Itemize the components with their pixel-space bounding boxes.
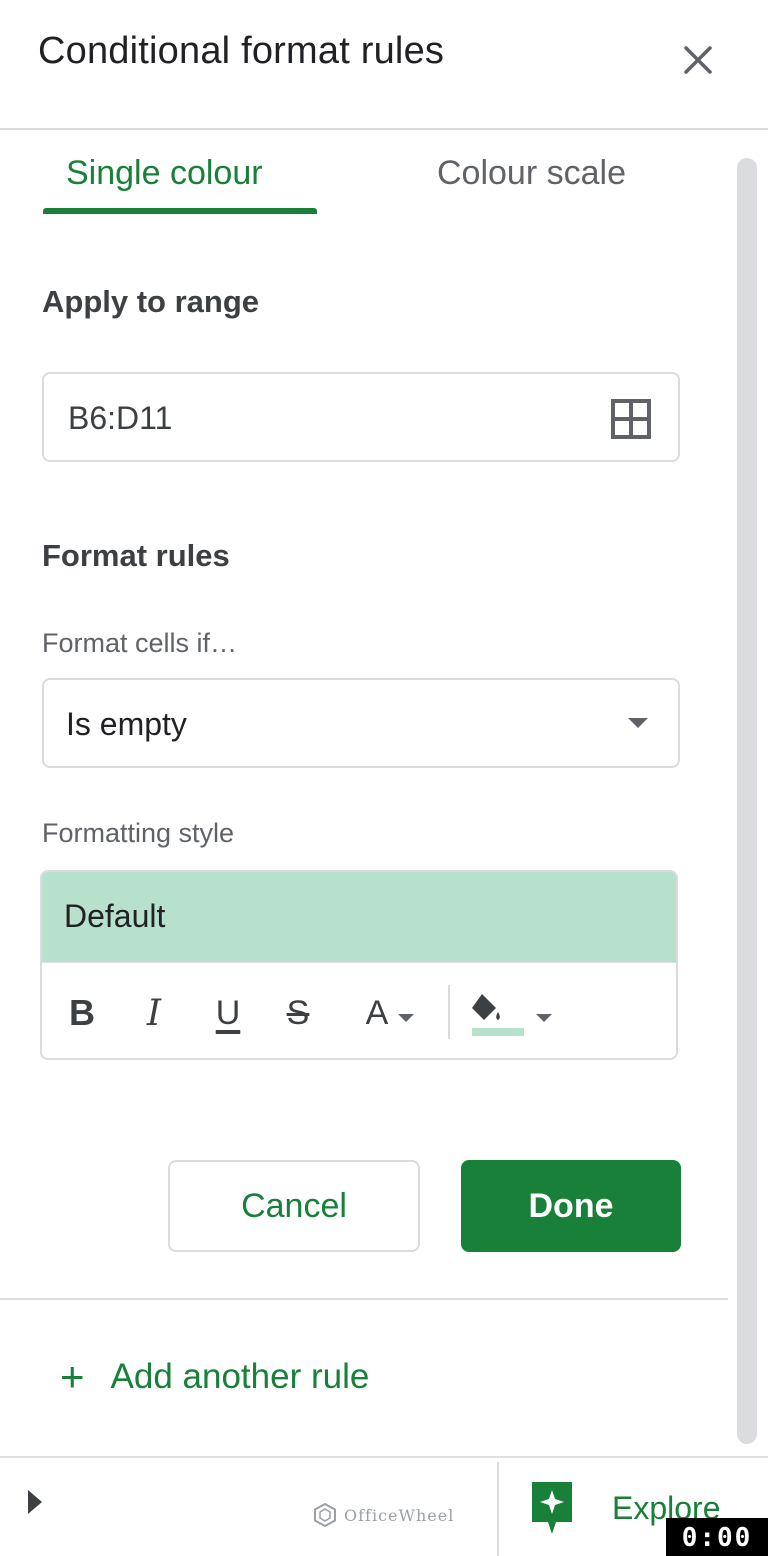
chevron-down-icon [398, 1014, 415, 1022]
chevron-down-icon [628, 718, 648, 728]
section-divider [0, 1298, 728, 1300]
officewheel-logo-icon [314, 1502, 336, 1528]
add-another-rule-label: Add another rule [110, 1357, 370, 1396]
video-timer: 0:00 [666, 1518, 768, 1556]
panel-title: Conditional format rules [38, 30, 445, 72]
panel-header: Conditional format rules [0, 0, 768, 130]
format-rules-heading: Format rules [42, 538, 230, 573]
tab-single-colour[interactable]: Single colour [66, 154, 263, 193]
condition-select-value: Is empty [66, 706, 187, 742]
style-preview-text: Default [64, 898, 166, 934]
bold-button[interactable]: B [64, 991, 100, 1035]
sheet-footer: OfficeWheel Explore 0:00 [0, 1456, 768, 1556]
footer-divider [497, 1462, 499, 1556]
range-input-value: B6:D11 [68, 400, 173, 436]
text-color-button[interactable]: A [352, 991, 428, 1035]
text-color-icon: A [365, 993, 389, 1032]
formatting-style-label: Formatting style [42, 818, 235, 848]
fill-color-icon [472, 994, 524, 1036]
side-panel-toggle-icon[interactable] [28, 1490, 42, 1514]
format-cells-if-label: Format cells if… [42, 628, 238, 658]
strikethrough-button[interactable]: S [278, 991, 318, 1035]
done-button[interactable]: Done [461, 1160, 681, 1252]
style-preview[interactable]: Default [42, 872, 676, 962]
fill-color-button[interactable] [466, 991, 556, 1036]
cancel-button[interactable]: Cancel [168, 1160, 420, 1252]
condition-select[interactable]: Is empty [42, 678, 680, 768]
italic-button[interactable]: I [136, 991, 172, 1035]
underline-button[interactable]: U [208, 991, 248, 1035]
explore-icon [532, 1482, 572, 1534]
add-another-rule-button[interactable]: + Add another rule [60, 1352, 369, 1402]
chevron-down-icon [536, 1014, 552, 1022]
panel-scrollbar[interactable] [737, 158, 757, 1444]
formatting-style-box: Default B I U S A [40, 870, 678, 1060]
tab-colour-scale[interactable]: Colour scale [437, 154, 626, 193]
plus-icon: + [60, 1353, 85, 1400]
rule-type-tabs: Single colour Colour scale [0, 130, 730, 220]
range-input[interactable]: B6:D11 [42, 372, 680, 462]
grid-select-icon[interactable] [610, 398, 652, 440]
active-tab-indicator [43, 208, 317, 214]
toolbar-divider [448, 985, 450, 1039]
apply-to-range-label: Apply to range [42, 284, 260, 319]
watermark-text: OfficeWheel [344, 1505, 455, 1525]
close-icon[interactable] [676, 38, 720, 82]
watermark: OfficeWheel [312, 1502, 454, 1528]
style-toolbar: B I U S A [42, 962, 676, 1058]
